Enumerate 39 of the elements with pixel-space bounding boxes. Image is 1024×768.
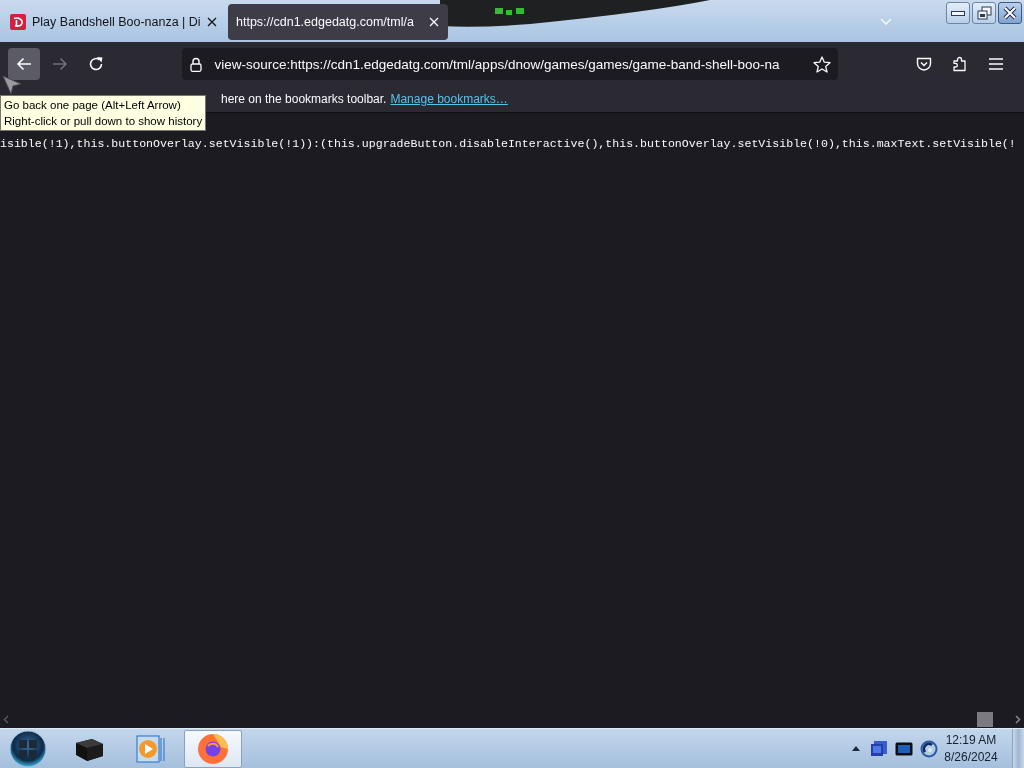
minimize-button[interactable] <box>946 2 970 24</box>
arrow-right-icon <box>51 57 68 71</box>
display-icon[interactable] <box>895 741 913 756</box>
reload-icon <box>87 56 104 72</box>
address-bar[interactable]: view-source:https://cdn1.edgedatg.com/tml/apps/dnow/games/games/game-band-shell-boo-na <box>182 48 838 80</box>
minimize-icon <box>951 10 965 16</box>
clock-date[interactable]: 8/26/2024 <box>944 748 998 766</box>
menu-icon <box>988 58 1004 70</box>
scrollbar-thumb[interactable] <box>977 712 993 727</box>
close-button[interactable] <box>998 2 1022 24</box>
window-icon[interactable] <box>870 739 888 758</box>
pocket-icon <box>916 56 932 72</box>
play-icon <box>136 734 166 763</box>
taskbar-button[interactable] <box>184 729 242 768</box>
chevron-down-icon <box>880 17 892 25</box>
swirl-icon[interactable] <box>920 739 938 758</box>
lock-icon <box>190 56 203 72</box>
clock-time[interactable]: 12:19 AM <box>945 731 997 749</box>
star-icon[interactable] <box>813 55 831 73</box>
mouse-pointer-icon <box>2 75 22 95</box>
tooltip-text: Go back one page (Alt+Left Arrow) <box>4 98 182 113</box>
globe-icon <box>197 732 229 765</box>
orb-icon <box>9 729 47 768</box>
close-icon <box>1003 6 1017 20</box>
restore-button[interactable] <box>972 2 996 24</box>
browser-tab[interactable]: https://cdn1.edgedatg.com/tml/a <box>228 4 448 40</box>
scroll-right-icon[interactable] <box>1015 715 1021 724</box>
back-button[interactable] <box>8 48 40 80</box>
close-tab-icon[interactable] <box>206 17 217 27</box>
puzzle-piece-icon <box>952 56 968 72</box>
browser-tab[interactable]: Play Bandshell Boo-nanza | Di <box>0 4 220 40</box>
restore-icon <box>976 6 992 20</box>
manage-bookmarks-link[interactable]: Manage bookmarks… <box>390 92 508 106</box>
favicon-icon <box>10 14 26 30</box>
tooltip-text: Right-click or pull down to show history <box>4 114 203 129</box>
arrow-left-icon <box>15 57 32 71</box>
triangle-up-icon <box>852 746 860 751</box>
source-code-line: isible(!1),this.buttonOverlay.setVisible(!1)):(this.upgradeButton.disableInteractive(),this.buttonOverlay.setVisible(!0),this.maxText.setVisible(! <box>0 136 1017 151</box>
bookmarks-hint: here on the bookmarks toolbar. <box>221 92 387 106</box>
